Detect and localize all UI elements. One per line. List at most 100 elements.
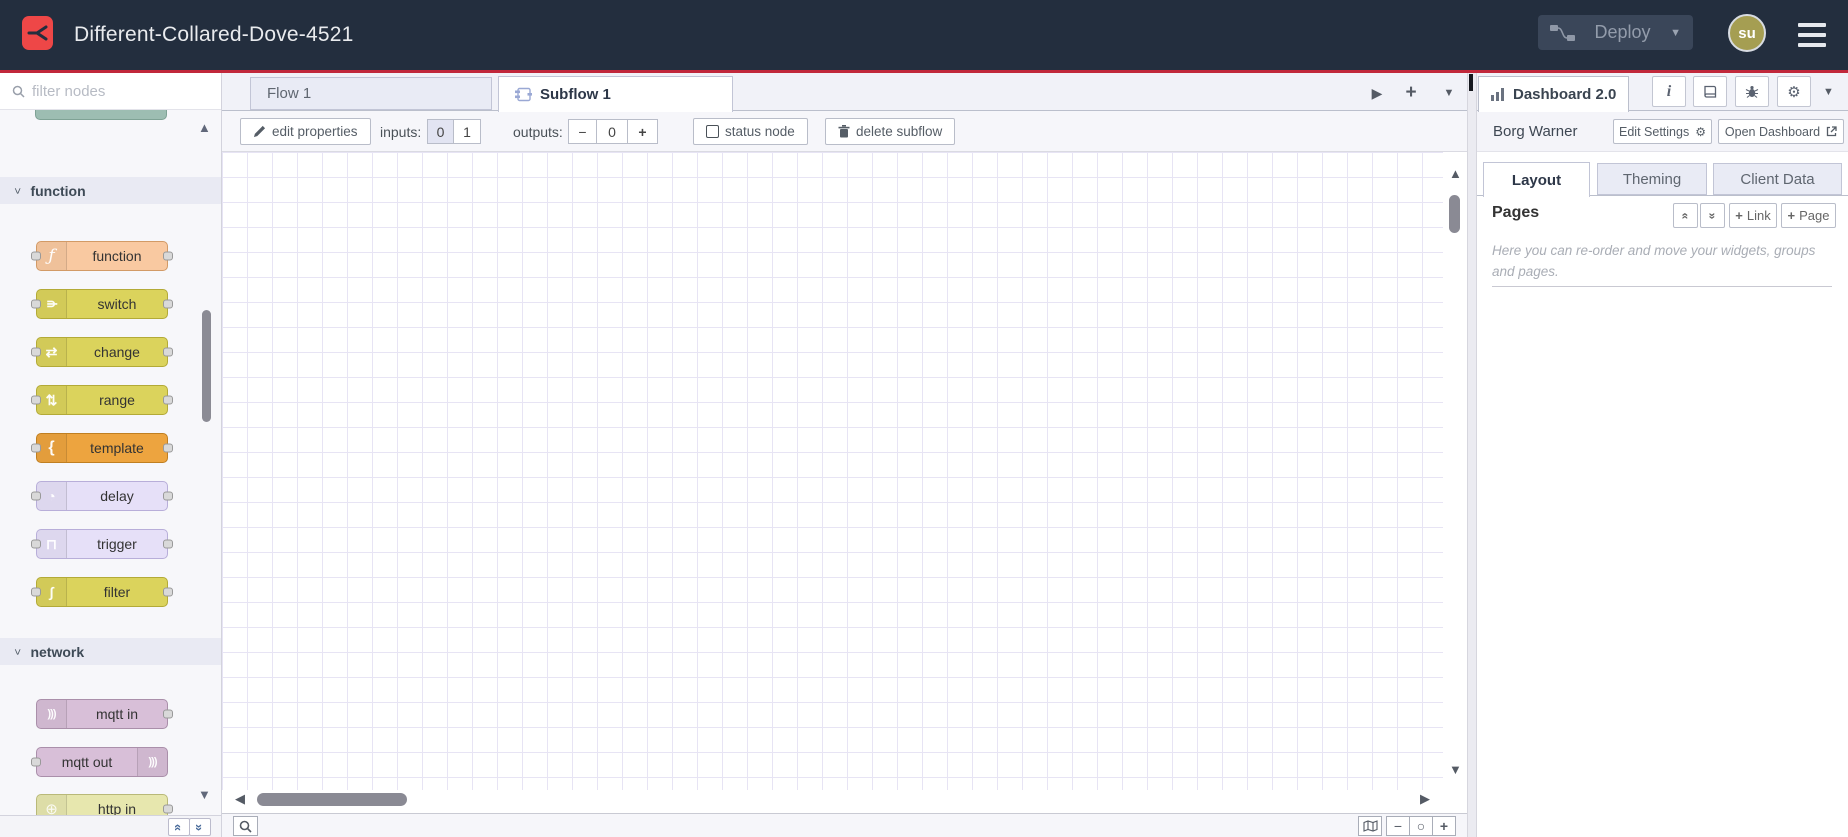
palette-scroll-up-icon[interactable]: ▲ [198,120,211,135]
node-input-port[interactable] [31,299,41,309]
edit-settings-button[interactable]: Edit Settings ⚙ [1613,119,1712,144]
node-input-port[interactable] [31,491,41,501]
node-output-port[interactable] [163,491,173,501]
config-button[interactable]: ⚙ [1777,76,1811,107]
inputs-option-0[interactable]: 0 [427,119,454,144]
pencil-icon [253,125,266,138]
docs-button[interactable] [1693,76,1727,107]
tab-flow-1[interactable]: Flow 1 [250,77,492,110]
zoom-in-button[interactable]: + [1432,816,1456,836]
add-page-button[interactable]: + Page [1781,203,1836,228]
flow-list-dropdown-icon[interactable]: ▼ [1436,81,1462,105]
tab-theming[interactable]: Theming [1597,163,1707,195]
pages-help-text: Here you can re-order and move your widg… [1492,243,1816,279]
pages-collapse-button[interactable]: « [1673,203,1698,228]
hscroll-left-icon[interactable]: ◀ [235,792,245,805]
info-button[interactable]: i [1652,76,1686,107]
header: Different-Collared-Dove-4521 Deploy ▼ su [0,0,1848,73]
node-input-port[interactable] [31,539,41,549]
outputs-value[interactable]: 0 [597,119,628,144]
palette-expand-all-button[interactable]: » [189,818,211,836]
sidebar-dropdown-icon[interactable]: ▼ [1823,86,1834,98]
flow-canvas[interactable] [222,152,1467,813]
search-input[interactable] [32,82,192,100]
edit-properties-button[interactable]: edit properties [240,118,371,145]
category-header-network[interactable]: > network [0,638,221,665]
palette-node-function[interactable]: ƒ function [31,241,173,271]
outputs-increase-button[interactable]: + [628,119,658,144]
node-output-port[interactable] [163,587,173,597]
node-input-port[interactable] [31,395,41,405]
node-input-port[interactable] [31,757,41,767]
edit-properties-label: edit properties [272,124,358,139]
open-dashboard-label: Open Dashboard [1724,124,1821,139]
node-output-port[interactable] [163,395,173,405]
node-input-port[interactable] [31,587,41,597]
palette-node-mqtt-out[interactable]: ))) mqtt out [31,747,168,777]
palette-scrollbar[interactable] [202,310,211,422]
deploy-caret-icon[interactable]: ▼ [1670,27,1681,39]
deploy-button[interactable]: Deploy ▼ [1538,15,1693,50]
node-output-port[interactable] [163,251,173,261]
subflow-tab-label: Subflow 1 [540,86,611,103]
inputs-label: inputs: [380,123,422,140]
zoom-reset-button[interactable]: ○ [1409,816,1433,836]
status-node-checkbox[interactable] [706,125,719,138]
user-avatar[interactable]: su [1728,14,1766,52]
palette-collapse-all-button[interactable]: « [168,818,190,836]
node-output-port[interactable] [163,804,173,814]
node-output-port[interactable] [163,539,173,549]
palette-node-mqtt-in[interactable]: ))) mqtt in [36,699,173,729]
palette-node-clipped-top[interactable] [35,110,167,120]
node-output-port[interactable] [163,709,173,719]
node-output-port[interactable] [163,299,173,309]
vscroll-down-icon[interactable]: ▼ [1449,763,1462,776]
node-output-port[interactable] [163,347,173,357]
tab-dashboard-2[interactable]: Dashboard 2.0 [1478,76,1630,112]
canvas-search-button[interactable] [233,816,258,836]
add-flow-button[interactable]: + [1398,81,1424,105]
info-icon: i [1666,82,1672,100]
status-node-toggle[interactable]: status node [693,118,808,145]
palette-node-trigger[interactable]: ⊓ trigger [31,529,173,559]
add-link-label: Link [1746,208,1771,223]
tab-client-data[interactable]: Client Data [1713,163,1842,195]
flow-tab-label: Flow 1 [267,85,312,102]
vscroll-up-icon[interactable]: ▲ [1449,167,1462,180]
tab-scroll-right-icon[interactable]: ▶ [1364,81,1390,105]
vertical-scrollbar[interactable] [1449,195,1460,233]
node-output-port[interactable] [163,443,173,453]
palette-node-template[interactable]: {template [31,433,173,463]
category-header-function[interactable]: > function [0,177,221,204]
node-input-port[interactable] [31,443,41,453]
trigger-icon: ⊓ [37,530,67,558]
palette-scroll-down-icon[interactable]: ▼ [198,787,211,802]
zoom-out-button[interactable]: − [1386,816,1410,836]
palette-node-label: filter [103,584,131,600]
tab-subflow-1[interactable]: Subflow 1 [498,76,733,112]
node-input-port[interactable] [31,347,41,357]
inputs-option-1[interactable]: 1 [454,119,481,144]
outputs-decrease-button[interactable]: − [568,119,597,144]
node-input-port[interactable] [31,251,41,261]
horizontal-scrollbar[interactable] [257,793,407,806]
palette-node-switch[interactable]: ⋔ switch [31,289,173,319]
add-link-button[interactable]: + Link [1729,203,1777,228]
function-icon: ƒ [37,242,67,270]
delete-subflow-button[interactable]: delete subflow [825,118,956,145]
palette-node-http-in[interactable]: ⊕ http in [36,794,173,815]
main-menu-button[interactable] [1798,23,1826,47]
sidebar-splitter[interactable] [1467,73,1477,837]
palette-node-delay[interactable]: ◔ delay [31,481,173,511]
navigator-map-button[interactable] [1358,816,1382,836]
palette-node-filter[interactable]: ∫ filter [31,577,173,607]
hscroll-right-icon[interactable]: ▶ [1420,792,1430,805]
debug-button[interactable] [1735,76,1769,107]
open-dashboard-button[interactable]: Open Dashboard [1718,119,1844,144]
node-palette: ▲ ▼ > function ƒ function ⋔ switch ⇄ change ⇅ ran… [0,73,222,837]
tab-layout[interactable]: Layout [1483,162,1590,197]
palette-node-range[interactable]: ⇅ range [31,385,173,415]
pages-expand-button[interactable]: » [1700,203,1725,228]
palette-node-change[interactable]: ⇄ change [31,337,173,367]
palette-search[interactable] [0,73,221,110]
